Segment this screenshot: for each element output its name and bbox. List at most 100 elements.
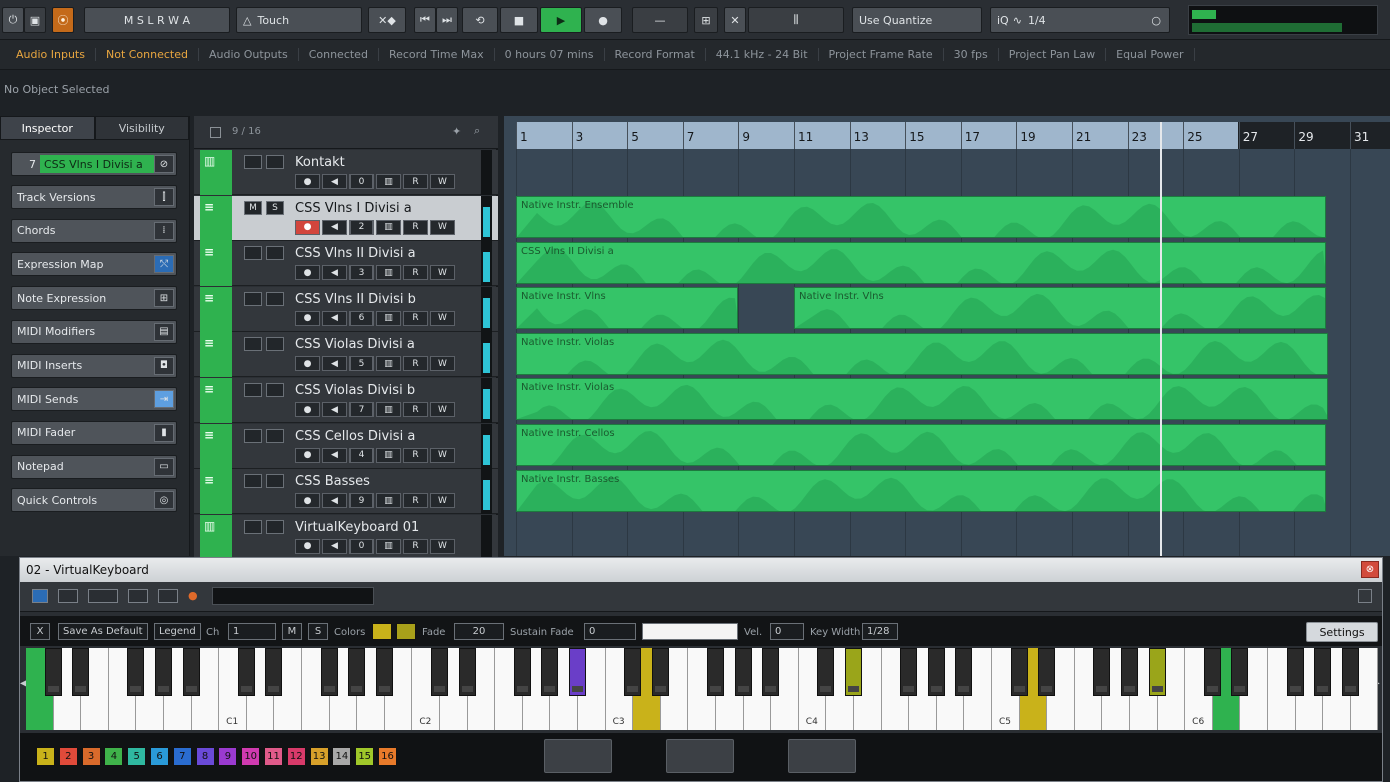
write-automation-icon[interactable]: W bbox=[430, 493, 455, 509]
track-row[interactable]: ≡ M S CSS Vlns I Divisi a ● ◀ 2 ▥ R W bbox=[194, 195, 498, 241]
black-key[interactable] bbox=[265, 648, 283, 696]
track-color-strip[interactable]: ≡ bbox=[200, 286, 232, 332]
add-track-icon[interactable]: ✦ bbox=[452, 125, 461, 138]
inspector-section-midi-inserts[interactable]: MIDI Inserts ◘ bbox=[11, 353, 177, 378]
frame-rate-value[interactable]: 30 fps bbox=[944, 48, 999, 61]
solo-button[interactable] bbox=[266, 519, 284, 534]
black-key[interactable] bbox=[1286, 648, 1304, 696]
record-enable-icon[interactable]: ● bbox=[295, 402, 320, 417]
mute-button[interactable] bbox=[244, 519, 262, 534]
search-icon[interactable]: ⌕ bbox=[474, 124, 480, 138]
mute-button[interactable] bbox=[244, 383, 262, 397]
track-row[interactable]: ≡ CSS Violas Divisi b ● ◀ 7 ▥ R W bbox=[194, 378, 498, 423]
midi-fader-icon[interactable]: ▮ bbox=[154, 423, 174, 442]
read-automation-icon[interactable]: R bbox=[403, 356, 428, 372]
audio-outputs-value[interactable]: Connected bbox=[299, 48, 379, 61]
mute-button[interactable]: M bbox=[282, 623, 302, 640]
channel-button[interactable]: 9 bbox=[218, 747, 238, 766]
track-row[interactable]: ≡ CSS Basses ● ◀ 9 ▥ R W bbox=[194, 469, 498, 515]
edit-instrument-icon[interactable]: ⊘ bbox=[154, 155, 174, 173]
write-automation-icon[interactable]: W bbox=[430, 538, 455, 554]
inspector-section-midi-modifiers[interactable]: MIDI Modifiers ▤ bbox=[11, 319, 177, 344]
black-key[interactable] bbox=[1231, 648, 1249, 696]
monitor-icon[interactable]: ◀ bbox=[322, 538, 347, 554]
quantize-select[interactable]: iQ ∿ 1/4 ○ bbox=[990, 7, 1170, 33]
track-channel-field[interactable]: 9 bbox=[349, 493, 374, 509]
track-channel-field[interactable]: 2 bbox=[349, 219, 374, 235]
preset-field[interactable] bbox=[212, 587, 374, 605]
track-name[interactable]: CSS Violas Divisi b bbox=[295, 383, 415, 398]
quick-controls-icon[interactable]: ◎ bbox=[154, 491, 174, 510]
track-row[interactable]: ≡ CSS Violas Divisi a ● ◀ 5 ▥ R W bbox=[194, 332, 498, 378]
write-automation-icon[interactable]: W bbox=[430, 219, 455, 235]
read-automation-icon[interactable]: R bbox=[403, 174, 428, 189]
window-zones-group[interactable]: M S L R W A bbox=[84, 7, 230, 33]
track-row[interactable]: ▥ VirtualKeyboard 01 ● ◀ 0 ▥ R W bbox=[194, 514, 498, 560]
grid-icon[interactable]: ⊞ bbox=[694, 7, 718, 33]
record-enable-icon[interactable]: ● bbox=[295, 219, 320, 235]
read-automation-icon[interactable]: R bbox=[403, 219, 428, 235]
edit-icon[interactable]: ▥ bbox=[376, 538, 401, 554]
monitor-icon[interactable]: ◀ bbox=[322, 493, 347, 509]
channel-button[interactable]: 10 bbox=[241, 747, 261, 766]
monitor-icon[interactable]: ◀ bbox=[322, 402, 347, 417]
black-key[interactable] bbox=[900, 648, 918, 696]
mute-button[interactable]: M bbox=[244, 200, 262, 215]
tab-visibility[interactable]: Visibility bbox=[94, 116, 189, 140]
edit-icon[interactable]: ▥ bbox=[376, 174, 401, 189]
channel-button[interactable]: 7 bbox=[172, 747, 192, 766]
mute-button[interactable] bbox=[244, 337, 262, 352]
versions-icon[interactable]: ⫿ bbox=[154, 188, 174, 206]
black-key[interactable] bbox=[1010, 648, 1028, 696]
inspector-section-quick-controls[interactable]: Quick Controls ◎ bbox=[11, 488, 177, 513]
black-key[interactable] bbox=[320, 648, 338, 696]
midi-inserts-icon[interactable]: ◘ bbox=[154, 356, 174, 375]
layout-icon[interactable]: ▣ bbox=[24, 7, 46, 33]
monitor-icon[interactable]: ◀ bbox=[322, 356, 347, 372]
read-automation-icon[interactable]: R bbox=[403, 447, 428, 463]
piano-keyboard[interactable]: C1 C2 C3 C4 C5 C6 bbox=[26, 648, 1379, 730]
midi-part[interactable]: Native Instr. Violas bbox=[516, 332, 1328, 375]
forward-icon[interactable]: ⏭ bbox=[436, 7, 458, 33]
solo-button[interactable]: S bbox=[308, 623, 328, 640]
midi-part[interactable]: CSS Vlns II Divisi a bbox=[516, 241, 1326, 284]
loop-icon[interactable]: ⟲ bbox=[462, 7, 498, 33]
solo-button[interactable] bbox=[266, 155, 284, 169]
midi-part[interactable]: Native Instr. Basses bbox=[516, 469, 1326, 512]
inspector-section-notepad[interactable]: Notepad ▭ bbox=[11, 454, 177, 479]
write-automation-icon[interactable]: W bbox=[430, 447, 455, 463]
channel-button[interactable]: 2 bbox=[58, 747, 78, 766]
rec-dot-icon[interactable]: ● bbox=[188, 589, 198, 602]
velocity-field[interactable]: 0 bbox=[770, 623, 804, 640]
detach-icon[interactable] bbox=[1358, 589, 1372, 603]
chords-icon[interactable]: ⁞ bbox=[154, 221, 174, 240]
write-automation-icon[interactable]: W bbox=[430, 265, 455, 281]
record-format-value[interactable]: 44.1 kHz - 24 Bit bbox=[706, 48, 819, 61]
channel-button[interactable]: 14 bbox=[332, 747, 352, 766]
vk-title-bar[interactable]: 02 - VirtualKeyboard ⊗ bbox=[20, 558, 1382, 582]
track-row[interactable]: ≡ CSS Vlns II Divisi a ● ◀ 3 ▥ R W bbox=[194, 241, 498, 287]
track-channel-field[interactable]: 4 bbox=[349, 447, 374, 463]
track-name[interactable]: CSS Violas Divisi a bbox=[295, 337, 415, 352]
record-time-value[interactable]: 0 hours 07 mins bbox=[495, 48, 605, 61]
edit-icon[interactable]: ▥ bbox=[376, 356, 401, 372]
black-key[interactable] bbox=[348, 648, 366, 696]
use-quantize-select[interactable]: Use Quantize bbox=[852, 7, 982, 33]
monitor-icon[interactable]: ◀ bbox=[322, 219, 347, 235]
select-all-checkbox[interactable] bbox=[210, 127, 221, 138]
track-channel-field[interactable]: 7 bbox=[349, 402, 374, 417]
note-expression-icon[interactable]: ⊞ bbox=[154, 289, 174, 308]
track-color-strip[interactable]: ≡ bbox=[200, 332, 232, 378]
solo-button[interactable]: S bbox=[266, 200, 284, 215]
pan-law-value[interactable]: Equal Power bbox=[1106, 48, 1195, 61]
read-automation-icon[interactable]: R bbox=[403, 538, 428, 554]
black-key[interactable] bbox=[458, 648, 476, 696]
track-name[interactable]: VirtualKeyboard 01 bbox=[295, 520, 419, 535]
channel-button[interactable]: 16 bbox=[378, 747, 397, 766]
inspector-section-midi-fader[interactable]: MIDI Fader ▮ bbox=[11, 420, 177, 445]
black-key[interactable] bbox=[1314, 648, 1332, 696]
project-arrange-area[interactable]: 1 3 5 7 9 11 13 15 17 19 21 23 25 27 29 31 Native Instr… bbox=[504, 116, 1390, 556]
track-color-strip[interactable]: ≡ bbox=[200, 241, 232, 287]
write-automation-icon[interactable]: W bbox=[430, 402, 455, 417]
midi-part[interactable]: Native Instr. Vlns bbox=[516, 287, 738, 330]
